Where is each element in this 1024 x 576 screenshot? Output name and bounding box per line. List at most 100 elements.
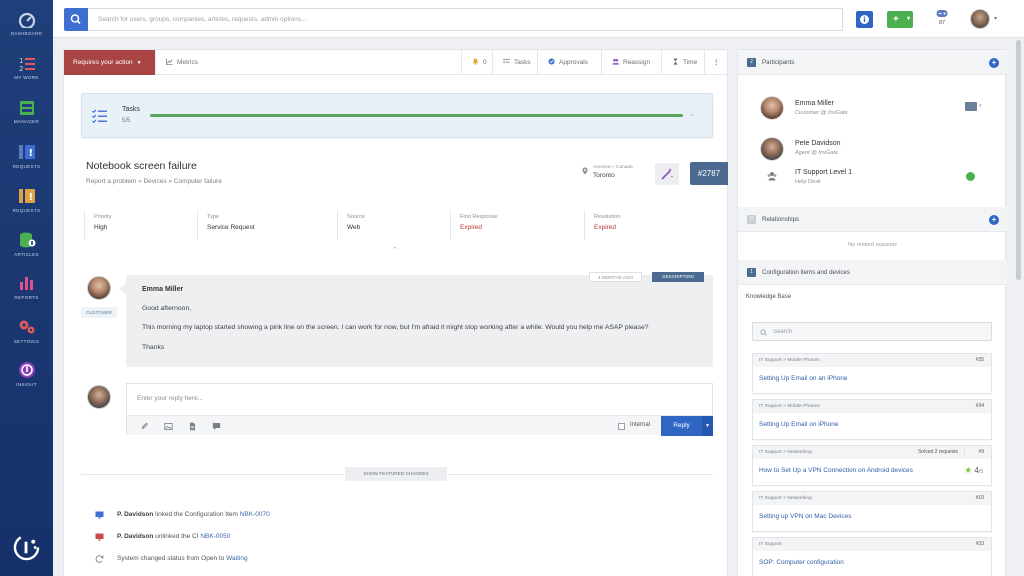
property-first-response: First Response Expired — [450, 210, 584, 240]
activity-item: P. Davidson unlinked the CI NBK-0050 — [117, 533, 230, 540]
message-line: Good afternoon, — [142, 305, 192, 312]
kb-article-title[interactable]: Setting Up Email on an iPhone — [759, 375, 848, 382]
sidebar-item-dashboard[interactable]: Dashboard — [0, 12, 53, 36]
gamification-badge[interactable]: 87 — [930, 9, 954, 26]
participant-name: Pete Davidson — [795, 140, 841, 147]
kb-article-id: #10 — [975, 495, 984, 501]
document-icon[interactable] — [188, 422, 197, 431]
caret-down-icon: ▼ — [136, 60, 142, 66]
breadcrumb: Report a problem » Devices » Computer fa… — [86, 178, 222, 185]
kb-article-title[interactable]: Setting Up Email on iPhone — [759, 421, 839, 428]
status-link[interactable]: Waiting — [226, 555, 247, 562]
property-value: Expired — [460, 224, 483, 231]
invgate-logo[interactable] — [13, 534, 40, 561]
avatar — [87, 276, 111, 300]
tab-time[interactable]: Time — [661, 50, 707, 75]
sidebar-item-reports[interactable]: Reports — [0, 274, 53, 300]
property-value: Web — [347, 224, 361, 231]
property-source: Source Web — [337, 210, 450, 240]
info-button[interactable] — [856, 11, 873, 28]
paperclip-icon[interactable] — [140, 422, 149, 431]
status-indicator — [966, 172, 975, 181]
chevron-down-icon[interactable]: ⌄ — [689, 110, 695, 118]
kb-article-card[interactable]: IT Support > Mobile Phones #35 Setting U… — [752, 353, 992, 394]
search-button[interactable] — [64, 8, 88, 31]
kb-article-id: #33 — [975, 541, 984, 547]
kb-article-category: IT Support > Mobile Phones — [753, 400, 991, 413]
kb-article-title[interactable]: SOP: Computer configuration — [759, 559, 844, 566]
users-icon — [612, 58, 619, 65]
add-participant-icon[interactable]: + — [989, 58, 999, 68]
chevron-down-icon[interactable]: ▾ — [994, 15, 997, 22]
scrollbar[interactable] — [1016, 40, 1021, 576]
info-icon — [860, 15, 869, 24]
tasks-progress-card[interactable]: Tasks 5/5 ⌄ — [81, 93, 713, 138]
description-tag: DESCRIPTION — [652, 272, 704, 282]
kb-article-category: IT Support > Mobile Phones — [753, 354, 991, 367]
sidebar-item-settings[interactable]: Settings — [0, 318, 53, 344]
sidebar-item-insight[interactable]: Insight — [0, 361, 53, 387]
config-items-header[interactable]: 1 Configuration items and devices — [738, 260, 1007, 285]
metrics-label: Metrics — [177, 59, 198, 66]
kb-article-card[interactable]: IT Support > Networking Solved 2 request… — [752, 445, 992, 486]
ci-link[interactable]: NBK-0070 — [240, 511, 270, 518]
message-author: Emma Miller — [142, 286, 184, 293]
participants-header[interactable]: 2 Participants + — [738, 50, 1007, 75]
checklist-icon — [92, 109, 107, 124]
search-input[interactable] — [88, 9, 842, 30]
relationships-header[interactable]: 0 Relationships + — [738, 207, 1007, 232]
show-featured-changes-button[interactable]: SHOW FEATURED CHANGES — [345, 467, 447, 481]
bell-icon — [472, 58, 479, 65]
avatar — [760, 137, 784, 161]
tab-tasks[interactable]: Tasks — [492, 50, 541, 75]
magic-wand-button[interactable] — [655, 163, 679, 185]
kb-article-card[interactable]: IT Support > Mobile Phones #34 Setting U… — [752, 399, 992, 440]
reply-input[interactable] — [127, 384, 712, 414]
sidebar-item-manager[interactable]: Manager — [0, 100, 53, 124]
kb-article-card[interactable]: IT Support #33 SOP: Computer configurati… — [752, 537, 992, 576]
scrollbar-thumb[interactable] — [1016, 40, 1021, 280]
location-pin-icon — [582, 167, 588, 175]
internal-checkbox[interactable] — [618, 423, 625, 430]
kb-article-title[interactable]: Setting up VPN on Mac Devices — [759, 513, 852, 520]
message-line: This morning my laptop started showing a… — [142, 324, 649, 331]
add-button[interactable]: + ▾ — [887, 11, 913, 28]
contact-card-icon[interactable] — [965, 102, 977, 111]
reply-button[interactable]: Reply — [661, 416, 702, 436]
chevron-down-icon[interactable]: ▾ — [979, 103, 982, 109]
gears-icon — [19, 320, 34, 334]
sidebar-item-requests-alert[interactable]: ! Requests — [0, 187, 53, 213]
reassign-label: Reassign — [623, 59, 651, 66]
property-resolution: Resolution Expired — [584, 210, 711, 240]
refresh-icon — [95, 555, 104, 563]
kb-article-title[interactable]: How to Set Up a VPN Connection on Androi… — [759, 467, 913, 474]
location-region: America » Canada — [593, 165, 633, 170]
more-options-icon[interactable]: ⋮ — [704, 50, 728, 75]
tab-metrics[interactable]: Metrics — [155, 50, 208, 75]
kb-article-category: IT Support — [753, 538, 991, 551]
kb-search-input[interactable] — [753, 323, 991, 340]
reply-options-caret[interactable]: ▼ — [702, 416, 713, 436]
comment-icon[interactable] — [212, 422, 221, 431]
bar-chart-icon — [19, 277, 33, 290]
ci-link[interactable]: NBK-0050 — [200, 533, 230, 540]
svg-text:2: 2 — [19, 65, 23, 72]
tasks-title: Tasks — [122, 106, 140, 113]
reply-toolbar: Internal Reply ▼ — [127, 415, 713, 436]
sidebar-item-requests[interactable]: ! Requests — [0, 143, 53, 169]
add-relationship-icon[interactable]: + — [989, 215, 999, 225]
sidebar-label: Requests — [12, 164, 41, 169]
tab-reassign[interactable]: Reassign — [601, 50, 660, 75]
chevron-up-icon[interactable]: ⌃ — [392, 246, 398, 254]
sidebar-item-my-work[interactable]: 12 My Work — [0, 56, 53, 80]
user-avatar[interactable] — [970, 9, 990, 29]
property-value: Service Request — [207, 224, 255, 231]
image-icon[interactable] — [164, 422, 173, 431]
property-key: Resolution — [594, 214, 621, 220]
sidebar-label: My Work — [14, 75, 39, 80]
sidebar-item-articles[interactable]: Articles — [0, 231, 53, 257]
tab-approvals[interactable]: Approvals — [537, 50, 598, 75]
monitor-icon — [95, 511, 104, 519]
requires-action-dropdown[interactable]: Requires your action ▼ — [64, 50, 155, 75]
kb-article-card[interactable]: IT Support > Networking #10 Setting up V… — [752, 491, 992, 532]
